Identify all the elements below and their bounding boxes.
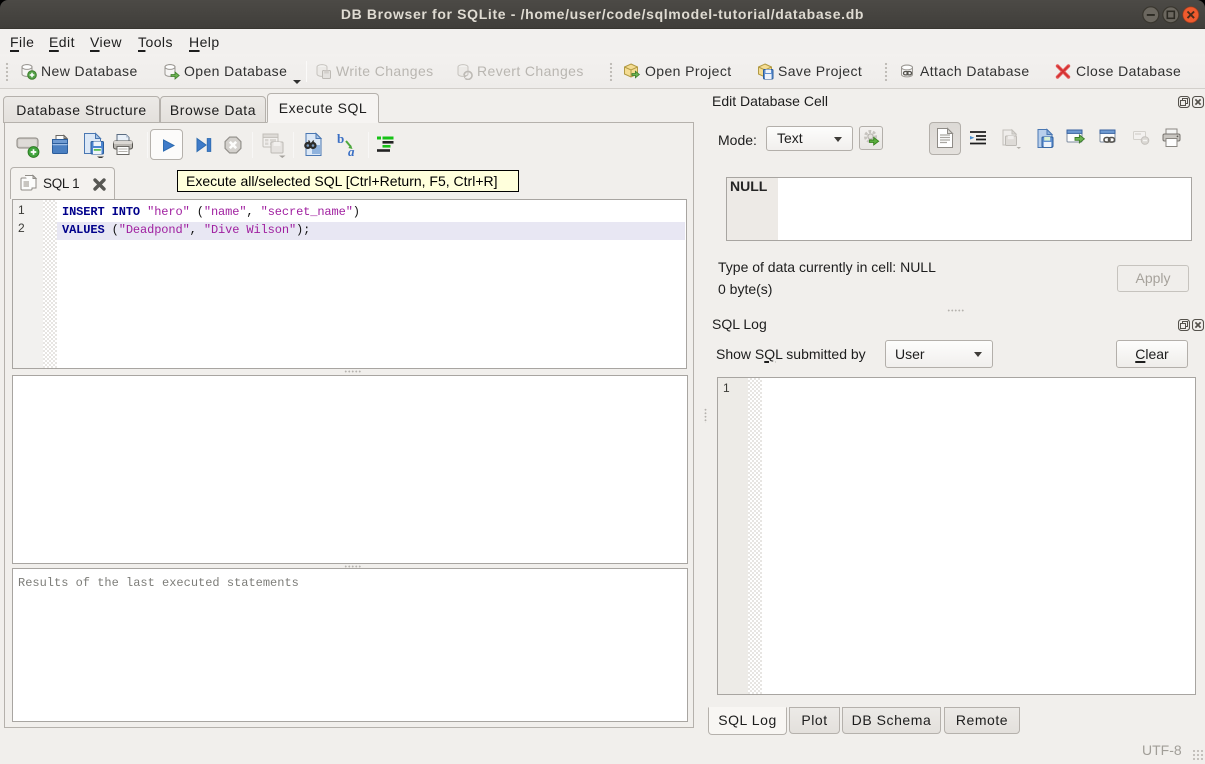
svg-text:b: b: [337, 132, 344, 146]
